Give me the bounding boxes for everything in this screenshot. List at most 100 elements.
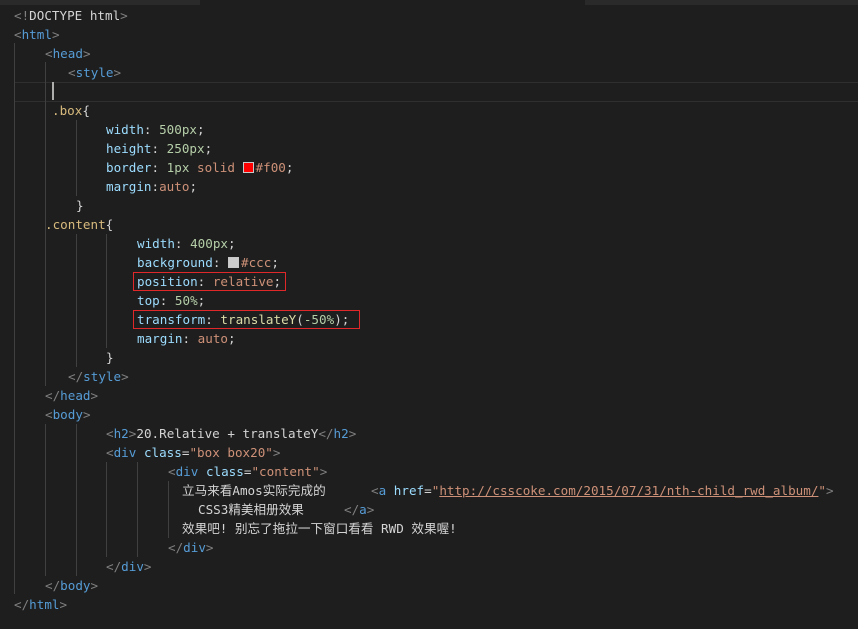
body-tag: body [52, 407, 83, 422]
css-property: width [137, 236, 175, 251]
code-line[interactable]: </style> [68, 367, 129, 386]
a-tag: a [359, 502, 367, 517]
code-line[interactable]: position: relative; [137, 272, 281, 291]
code-line[interactable]: } [106, 348, 114, 367]
code-line[interactable]: <!DOCTYPE html> [14, 6, 128, 25]
code-line[interactable]: 立马来看Amos实际完成的 [182, 481, 326, 500]
code-line[interactable]: height: 250px; [106, 139, 212, 158]
text-cursor [52, 82, 54, 100]
heading-text: 20.Relative + translateY [136, 426, 319, 441]
css-value: 500px [159, 122, 198, 137]
attr-name: class [143, 445, 182, 460]
code-line[interactable]: .box{ [52, 101, 90, 120]
style-tag: style [75, 65, 114, 80]
css-property: margin [106, 179, 152, 194]
code-line[interactable]: } [76, 196, 84, 215]
brace: } [76, 198, 84, 213]
css-value: auto [197, 331, 229, 346]
code-line[interactable]: top: 50%; [137, 291, 205, 310]
body-text: 效果吧! 别忘了拖拉一下窗口看看 RWD 效果喔! [182, 521, 457, 536]
code-editor[interactable]: <!DOCTYPE html> <html> <head> <style> .b… [0, 0, 858, 629]
indent-guide [14, 43, 15, 594]
code-line[interactable]: margin: auto; [137, 329, 236, 348]
brace: { [105, 217, 114, 232]
code-line[interactable]: transform: translateY(-50%); [137, 310, 349, 329]
code-line[interactable]: </a> [344, 500, 374, 519]
body-text: CSS3精美相册效果 [198, 502, 304, 517]
doctype-keyword: DOCTYPE [29, 8, 83, 23]
code-line[interactable]: 效果吧! 别忘了拖拉一下窗口看看 RWD 效果喔! [182, 519, 457, 538]
indent-guide [76, 424, 77, 576]
body-text: 立马来看Amos实际完成的 [182, 483, 326, 498]
css-value: 50% [174, 293, 198, 308]
code-line[interactable]: <head> [45, 44, 91, 63]
current-line-highlight [14, 82, 858, 102]
css-property: transform [137, 312, 206, 327]
indent-guide [76, 234, 77, 367]
css-value: 400px [190, 236, 229, 251]
div-tag: div [113, 445, 137, 460]
body-tag: body [60, 578, 91, 593]
attr-name: href [393, 483, 425, 498]
code-line[interactable]: margin:auto; [106, 177, 197, 196]
indent-guide [106, 462, 107, 557]
code-line[interactable]: <a href="http://csscoke.com/2015/07/31/n… [371, 481, 834, 500]
css-value: solid [197, 160, 235, 175]
css-value: auto [159, 179, 190, 194]
html-tag: html [21, 27, 52, 42]
css-value: -50% [303, 312, 335, 327]
doctype-value: html [82, 8, 121, 23]
code-line[interactable]: border: 1px solid #f00; [106, 158, 293, 177]
attr-value: "box box20" [189, 445, 273, 460]
style-tag: style [83, 369, 122, 384]
link-url[interactable]: http://csscoke.com/2015/07/31/nth-child_… [439, 483, 818, 498]
css-selector: .content [45, 217, 106, 232]
indent-guide [137, 462, 138, 557]
css-property: width [106, 122, 144, 137]
code-line[interactable]: <div class="box box20"> [106, 443, 280, 462]
code-line[interactable]: <body> [45, 405, 91, 424]
tab-strip-right [585, 0, 858, 5]
css-value: relative [212, 274, 274, 289]
css-property: position [137, 274, 198, 289]
code-line[interactable]: </html> [14, 595, 67, 614]
code-line[interactable]: .content{ [45, 215, 113, 234]
css-property: background [137, 255, 213, 270]
brace: { [82, 103, 90, 118]
css-function: translateY [220, 312, 297, 327]
code-line[interactable]: CSS3精美相册效果 [198, 500, 304, 519]
indent-guide [106, 234, 107, 348]
html-tag: html [29, 597, 60, 612]
bracket: <! [14, 8, 30, 23]
code-line[interactable]: width: 400px; [137, 234, 236, 253]
tab-strip-left [0, 0, 200, 5]
attr-value: "content" [251, 464, 320, 479]
css-selector: .box [52, 103, 83, 118]
div-tag: div [183, 540, 206, 555]
css-property: border [106, 160, 152, 175]
head-tag: head [52, 46, 83, 61]
color-swatch-gray[interactable] [228, 257, 239, 268]
indent-guide [168, 481, 169, 538]
brace: } [106, 350, 114, 365]
code-line[interactable]: <div class="content"> [168, 462, 327, 481]
head-tag: head [60, 388, 91, 403]
indent-guide [76, 120, 77, 196]
indent-guide [45, 424, 46, 576]
code-line[interactable]: </div> [106, 557, 152, 576]
code-line[interactable]: <html> [14, 25, 60, 44]
code-line[interactable]: width: 500px; [106, 120, 205, 139]
color-swatch-red[interactable] [242, 162, 254, 173]
code-line[interactable]: background: #ccc; [137, 253, 279, 272]
code-line[interactable]: </head> [45, 386, 98, 405]
div-tag: div [175, 464, 199, 479]
code-line[interactable]: </body> [45, 576, 98, 595]
css-color-value: #f00 [255, 160, 286, 175]
css-property: margin [137, 331, 183, 346]
code-line[interactable]: <h2>20.Relative + translateY</h2> [106, 424, 356, 443]
h2-tag: h2 [113, 426, 129, 441]
css-value: 1px [166, 160, 190, 175]
code-line[interactable]: </div> [168, 538, 214, 557]
code-line[interactable]: <style> [68, 63, 121, 82]
div-tag: div [121, 559, 144, 574]
